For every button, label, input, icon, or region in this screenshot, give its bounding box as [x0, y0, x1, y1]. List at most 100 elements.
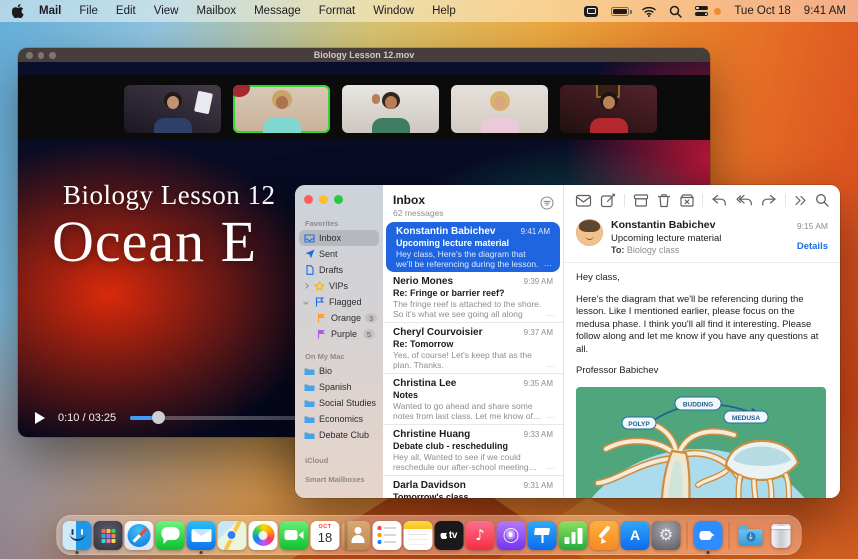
junk-button[interactable]: [679, 193, 695, 208]
dock-mail[interactable]: [187, 521, 216, 550]
participant-tile-2-active: [233, 85, 330, 133]
message-row[interactable]: Christina Lee9:35 AM Notes Wanted to go …: [383, 373, 563, 424]
sidebar-item-flag-purple[interactable]: Purple 5: [299, 326, 379, 342]
orange-flag-icon: [316, 313, 327, 323]
menu-edit[interactable]: Edit: [116, 5, 136, 17]
reply-icon[interactable]: [711, 193, 727, 207]
message-row[interactable]: Cheryl Courvoisier9:37 AM Re: Tomorrow Y…: [383, 322, 563, 373]
compose-button[interactable]: [600, 193, 616, 208]
app-store-icon: [621, 521, 650, 550]
scrubber-thumb[interactable]: [152, 411, 165, 424]
dock-messages[interactable]: [156, 521, 185, 550]
dock-music[interactable]: ♪: [466, 521, 495, 550]
dock-trash[interactable]: [767, 521, 796, 550]
menu-window[interactable]: Window: [373, 5, 414, 17]
polyp-label: POLYP: [628, 421, 650, 428]
dock-finder[interactable]: [63, 521, 92, 550]
menu-format[interactable]: Format: [319, 5, 355, 17]
play-button[interactable]: [35, 412, 45, 424]
wifi-icon[interactable]: [642, 6, 656, 17]
sidebar-section-icloud[interactable]: iCloud: [295, 456, 383, 465]
dock-calendar[interactable]: OCT18: [311, 521, 340, 550]
control-center-icon[interactable]: [695, 6, 708, 16]
dock-photos[interactable]: [249, 521, 278, 550]
menu-file[interactable]: File: [79, 5, 98, 17]
disclosure-expanded-icon[interactable]: [304, 300, 310, 304]
sidebar-item-flagged[interactable]: Flagged: [299, 294, 379, 310]
sidebar-item-flag-orange[interactable]: Orange 3: [299, 310, 379, 326]
dock-maps[interactable]: [218, 521, 247, 550]
downloads-folder-icon: [736, 521, 765, 550]
window-controls[interactable]: [304, 195, 343, 204]
filter-icon[interactable]: [540, 196, 554, 210]
dock-keynote[interactable]: [528, 521, 557, 550]
sidebar-item-debate-club[interactable]: Debate Club: [299, 427, 379, 443]
dock-downloads[interactable]: [736, 521, 765, 550]
sidebar-item-bio[interactable]: Bio: [299, 363, 379, 379]
battery-icon[interactable]: [611, 7, 629, 16]
menu-message[interactable]: Message: [254, 5, 301, 17]
message-count: 62 messages: [393, 208, 553, 218]
dock-numbers[interactable]: [559, 521, 588, 550]
podcasts-icon: [497, 521, 526, 550]
archive-button[interactable]: [633, 193, 649, 208]
zoom-camera-icon: [694, 521, 723, 550]
dock-app-store[interactable]: [621, 521, 650, 550]
menu-app-name[interactable]: Mail: [39, 5, 61, 17]
dock-reminders[interactable]: [373, 521, 402, 550]
menu-date[interactable]: Tue Oct 18: [734, 5, 790, 17]
dock-system-settings[interactable]: ⚙: [652, 521, 681, 550]
more-chevrons-icon[interactable]: [794, 195, 807, 206]
sidebar-item-spanish[interactable]: Spanish: [299, 379, 379, 395]
sidebar-item-vips[interactable]: VIPs: [299, 278, 379, 294]
message-body: Hey class, Here's the diagram that we'll…: [564, 263, 840, 498]
dock: OCT18 tv ♪ ⚙: [57, 515, 802, 555]
message-row[interactable]: Nerio Mones9:39 AM Re: Fringe or barrier…: [383, 272, 563, 322]
dock-podcasts[interactable]: [497, 521, 526, 550]
sidebar-item-drafts[interactable]: Drafts: [299, 262, 379, 278]
menu-help[interactable]: Help: [432, 5, 456, 17]
dock-notes[interactable]: [404, 521, 433, 550]
menu-time[interactable]: 9:41 AM: [804, 5, 846, 17]
menu-bar: Mail File Edit View Mailbox Message Form…: [0, 0, 858, 22]
sidebar-section-smart-mailboxes[interactable]: Smart Mailboxes: [295, 475, 383, 484]
window-controls-inactive[interactable]: [26, 52, 56, 59]
sidebar-item-inbox[interactable]: Inbox: [299, 230, 379, 246]
details-link[interactable]: Details: [797, 241, 828, 252]
menu-mailbox[interactable]: Mailbox: [196, 5, 236, 17]
dock-zoom[interactable]: [694, 521, 723, 550]
search-icon[interactable]: [815, 193, 829, 207]
message-row[interactable]: Darla Davidson9:31 AM Tomorrow's class A…: [383, 475, 563, 498]
close-button[interactable]: [304, 195, 313, 204]
purple-flag-icon: [316, 329, 327, 339]
minimize-button[interactable]: [319, 195, 328, 204]
dock-apple-tv[interactable]: tv: [435, 521, 464, 550]
get-mail-button[interactable]: [575, 193, 592, 208]
message-row[interactable]: Christine Huang9:33 AM Debate club - res…: [383, 424, 563, 475]
dock-safari[interactable]: [125, 521, 154, 550]
music-note-icon: ♪: [466, 521, 495, 550]
dock-facetime[interactable]: [280, 521, 309, 550]
dock-contacts[interactable]: [342, 521, 371, 550]
maps-icon: [218, 521, 247, 550]
dock-pages[interactable]: [590, 521, 619, 550]
quicktime-titlebar[interactable]: Biology Lesson 12.mov: [18, 48, 710, 62]
forward-icon[interactable]: [761, 193, 777, 207]
trash-button[interactable]: [657, 193, 671, 208]
spotlight-icon[interactable]: [669, 5, 682, 18]
apple-menu[interactable]: [12, 4, 25, 18]
running-indicator: [707, 551, 710, 554]
sidebar-item-sent[interactable]: Sent: [299, 246, 379, 262]
sidebar-item-social-studies[interactable]: Social Studies: [299, 395, 379, 411]
message-row-selected[interactable]: Konstantin Babichev9:41 AM Upcoming lect…: [386, 222, 560, 272]
video-call-strip: [18, 75, 710, 140]
menu-view[interactable]: View: [154, 5, 179, 17]
sidebar-item-economics[interactable]: Economics: [299, 411, 379, 427]
unread-badge: 5: [363, 329, 375, 339]
message-time: 9:15 AM: [797, 221, 828, 231]
disclosure-collapsed-icon[interactable]: [304, 284, 310, 288]
dock-launchpad[interactable]: [94, 521, 123, 550]
screen-mirroring-icon[interactable]: [584, 6, 598, 17]
reply-all-icon[interactable]: [735, 193, 753, 207]
zoom-button[interactable]: [334, 195, 343, 204]
